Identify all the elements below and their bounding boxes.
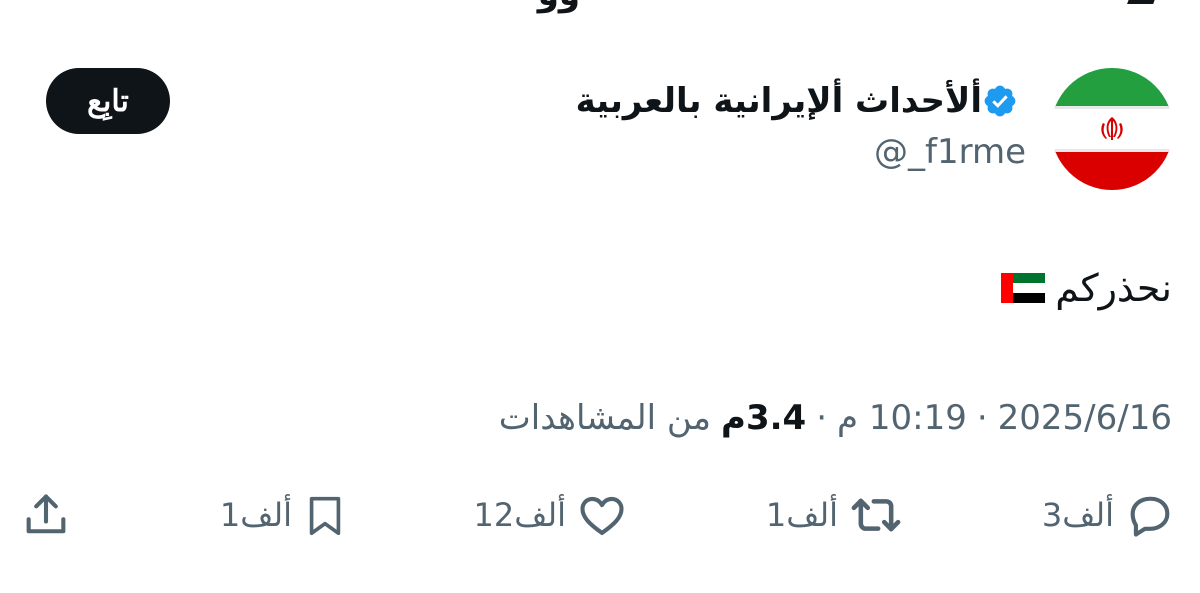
tweet-actions-bar: 3ألف 1ألف 12ألف 1ألف — [0, 480, 1200, 550]
share-button[interactable] — [20, 480, 72, 550]
previous-post-fragment: وو — [0, 0, 1200, 14]
retweet-button[interactable]: 1ألف — [766, 480, 904, 550]
heart-icon — [580, 496, 624, 536]
reply-count: 3ألف — [1041, 496, 1114, 534]
views-label: من المشاهدات — [498, 398, 712, 438]
author-display-name[interactable]: ألأحداث ألإيرانية بالعربية — [576, 81, 982, 121]
uae-flag-emoji-icon — [1001, 273, 1046, 303]
author-handle[interactable]: @_f1rme — [874, 132, 1026, 172]
like-count: 12ألف — [473, 496, 566, 534]
meta-separator: · — [816, 398, 827, 438]
reply-icon — [1130, 496, 1170, 537]
tweet-text: نحذركم — [1001, 266, 1172, 310]
previous-post-text: وو — [538, 0, 580, 14]
retweet-count: 1ألف — [765, 496, 838, 534]
tweet-meta: 2025/6/16 · 10:19 م · 3.4م من المشاهدات — [499, 398, 1172, 438]
views-count[interactable]: 3.4م — [721, 398, 806, 438]
avatar[interactable] — [1051, 68, 1173, 190]
bookmark-icon — [309, 496, 341, 536]
tweet-date[interactable]: 2025/6/16 — [998, 398, 1172, 438]
reply-button[interactable]: 3ألف — [1042, 480, 1176, 550]
iran-flag-avatar-icon — [1051, 68, 1173, 190]
follow-button[interactable]: تابِع — [46, 68, 170, 134]
verified-badge-icon — [984, 85, 1016, 117]
share-icon — [26, 494, 66, 534]
chevron-icon[interactable] — [1127, 0, 1159, 4]
retweet-icon — [851, 498, 901, 532]
bookmark-button[interactable]: 1ألف — [220, 480, 348, 550]
tweet-time[interactable]: 10:19 م — [837, 398, 967, 438]
author-name-row[interactable]: ألأحداث ألإيرانية بالعربية — [576, 76, 1028, 126]
meta-separator: · — [976, 398, 988, 438]
bookmark-count: 1ألف — [219, 496, 292, 534]
tweet-text-content: نحذركم — [1055, 266, 1172, 310]
like-button[interactable]: 12ألف — [474, 480, 628, 550]
